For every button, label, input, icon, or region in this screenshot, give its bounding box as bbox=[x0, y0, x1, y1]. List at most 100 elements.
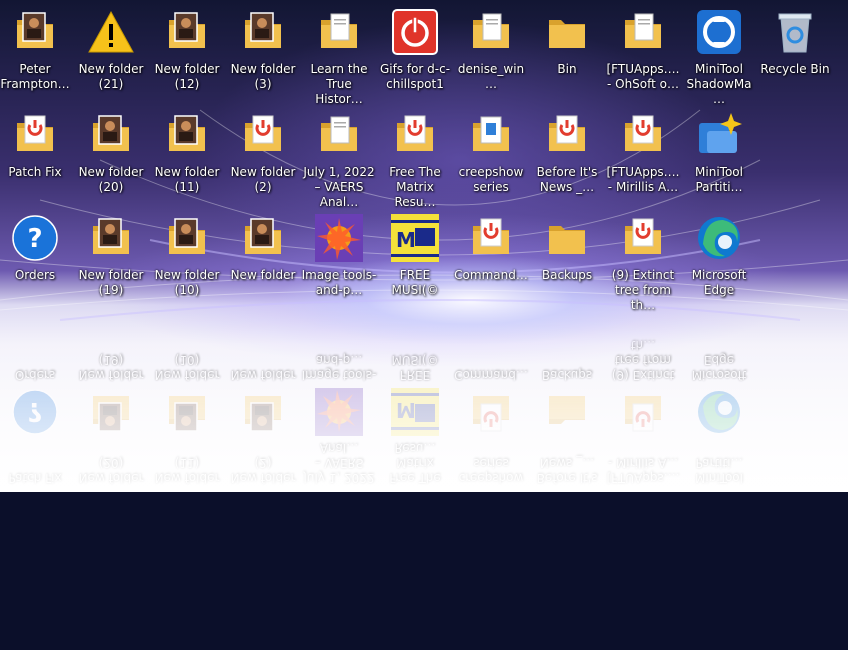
desktop-icon-9-extinct-tree-from-th[interactable]: (9) Extinct tree from th… bbox=[605, 208, 681, 312]
folder-document-icon bbox=[315, 594, 363, 642]
folder-document-icon bbox=[315, 111, 363, 159]
desktop-icon-orders[interactable]: ? Orders bbox=[0, 208, 73, 308]
desktop-icon-patch-fix[interactable]: Patch Fix bbox=[0, 105, 73, 205]
recycle-bin-icon bbox=[771, 594, 819, 642]
desktop-icon-label: New folder (21) bbox=[78, 62, 144, 91]
desktop-icon-label: July 1, 2022 – VAERS Anal… bbox=[303, 165, 375, 209]
desktop-icon-new-folder-3: New folder (3) bbox=[225, 548, 301, 648]
folder-pdf-icon bbox=[11, 111, 59, 159]
folder-photo-icon bbox=[163, 8, 211, 56]
desktop-icon-creepshow-series[interactable]: creepshow series bbox=[453, 105, 529, 205]
folder-photo-icon bbox=[239, 214, 287, 262]
desktop-icon-denise-win[interactable]: denise_win… bbox=[453, 2, 529, 102]
desktop-icon-new-folder-10[interactable]: New folder (10) bbox=[149, 208, 225, 308]
desktop-icon-label: New folder (20) bbox=[78, 165, 144, 194]
desktop-icon-label: New folder (12) bbox=[154, 62, 220, 91]
desktop-icon-microsoft-edge[interactable]: Microsoft Edge bbox=[681, 208, 757, 308]
desktop-icon-free-the-matrix-resu[interactable]: Free The Matrix Resu… bbox=[377, 105, 453, 209]
svg-text:?: ? bbox=[27, 224, 42, 254]
desktop-icon-free-musi[interactable]: M FREE MUSI(© bbox=[377, 208, 453, 308]
desktop-icon-label: Backups bbox=[541, 268, 593, 282]
desktop-icon-label: Peter Frampton… bbox=[0, 62, 70, 91]
folder-photo-icon bbox=[163, 214, 211, 262]
desktop-icon-new-folder-20[interactable]: New folder (20) bbox=[73, 105, 149, 205]
desktop-icon-july-1-2022-vaers-anal[interactable]: July 1, 2022 – VAERS Anal… bbox=[301, 105, 377, 209]
folder-icon bbox=[543, 594, 591, 642]
desktop-icon-label: New folder (2) bbox=[230, 165, 296, 194]
desktop-icon-ftuapps-mirillis-a[interactable]: [FTUApps…. - Mirillis A… bbox=[605, 105, 681, 205]
desktop-icon-label: FREE MUSI(© bbox=[391, 268, 439, 297]
desktop-icon-new-folder-11[interactable]: New folder (11) bbox=[149, 105, 225, 205]
folder-pdf-icon bbox=[239, 111, 287, 159]
desktop-icon-label: New folder (21) bbox=[78, 559, 144, 588]
desktop-icon-minitool-partiti[interactable]: MiniTool Partiti… bbox=[681, 105, 757, 205]
desktop-icon-label: New folder (11) bbox=[154, 165, 220, 194]
desktop-icon-label: Learn the True Histor… bbox=[310, 544, 368, 588]
svg-text:M: M bbox=[396, 228, 416, 252]
desktop-icon-new-folder[interactable]: New folder bbox=[225, 208, 301, 308]
folder-pdf-icon bbox=[619, 491, 667, 539]
desktop-icon-gifs-for-d-c-chillspot1[interactable]: Gifs for d-c-chillspot1 bbox=[377, 2, 453, 102]
desktop-icon-backups[interactable]: Backups bbox=[529, 208, 605, 308]
desktop-icon-label: New folder (19) bbox=[78, 268, 144, 297]
desktop-icon-image-tools-and-p[interactable]: Image tools-and-p… bbox=[301, 208, 377, 308]
desktop-icon-label: Gifs for d-c-chillspot1 bbox=[379, 559, 451, 588]
desktop-icon-label: denise_win… bbox=[457, 62, 525, 91]
recycle-bin-icon bbox=[771, 8, 819, 56]
desktop-icon-label: Learn the True Histor… bbox=[310, 62, 368, 106]
desktop-icon-recycle-bin[interactable]: Recycle Bin bbox=[757, 2, 833, 102]
desktop-icon-label: New folder (3) bbox=[230, 559, 296, 588]
folder-photo-icon bbox=[11, 8, 59, 56]
desktop-icon-label: denise_win… bbox=[457, 559, 525, 588]
desktop-icon-minitool-shadowma[interactable]: MiniTool ShadowMa… bbox=[681, 2, 757, 106]
folder-document-icon bbox=[315, 491, 363, 539]
help-question-icon: ? bbox=[11, 214, 59, 262]
folder-photo-icon bbox=[163, 594, 211, 642]
desktop-icon-bin: Bin bbox=[529, 548, 605, 648]
folder-photo-icon bbox=[87, 491, 135, 539]
desktop-icon-peter-frampton: Peter Frampton… bbox=[0, 548, 73, 648]
folder-photo-icon bbox=[11, 594, 59, 642]
desktop-icon-label: Gifs for d-c-chillspot1 bbox=[379, 62, 451, 91]
desktop-icon-new-folder-21: New folder (21) bbox=[73, 548, 149, 648]
desktop-icon-new-folder-21[interactable]: New folder (21) bbox=[73, 2, 149, 102]
desktop-icon-gifs-for-d-c-chillspot1: Gifs for d-c-chillspot1 bbox=[377, 548, 453, 648]
power-icon bbox=[391, 8, 439, 56]
folder-photo-icon bbox=[87, 111, 135, 159]
power-icon bbox=[391, 594, 439, 642]
desktop-icon-peter-frampton[interactable]: Peter Frampton… bbox=[0, 2, 73, 102]
desktop-icon-label: MiniTool Partiti… bbox=[695, 165, 743, 194]
desktop-icon-label: Free The Matrix Resu… bbox=[389, 165, 441, 209]
desktop-icon-learn-the-true-histor[interactable]: Learn the True Histor… bbox=[301, 2, 377, 106]
desktop-icon-new-folder-19[interactable]: New folder (19) bbox=[73, 208, 149, 308]
desktop-icon-command[interactable]: Command… bbox=[453, 208, 529, 308]
edge-browser-icon bbox=[695, 214, 743, 262]
desktop-icon-bin[interactable]: Bin bbox=[529, 2, 605, 102]
desktop-icon-label: Command… bbox=[454, 268, 528, 282]
folder-document-icon bbox=[619, 594, 667, 642]
desktop-icon-recycle-bin: Recycle Bin bbox=[757, 548, 833, 648]
minitool-partition-icon bbox=[695, 491, 743, 539]
desktop-icon-label: [FTUApps…. - OhSoft o… bbox=[606, 559, 680, 588]
folder-pdf-icon bbox=[239, 491, 287, 539]
desktop-icon-before-it-s-news[interactable]: Before It's News _… bbox=[529, 105, 605, 205]
minitool-shadowmaker-icon bbox=[695, 594, 743, 642]
folder-icon bbox=[543, 214, 591, 262]
desktop-icon-new-folder-2[interactable]: New folder (2) bbox=[225, 105, 301, 205]
desktop-icon-label: Microsoft Edge bbox=[691, 268, 747, 297]
folder-pdf-icon bbox=[543, 491, 591, 539]
desktop-icon-label: New folder bbox=[230, 268, 296, 282]
desktop-icon-minitool-shadowma: MiniTool ShadowMa… bbox=[681, 544, 757, 648]
desktop-icon-ftuapps-ohsoft-o[interactable]: [FTUApps…. - OhSoft o… bbox=[605, 2, 681, 102]
folder-photo-icon bbox=[239, 8, 287, 56]
desktop-icon-label: Image tools-and-p… bbox=[301, 268, 377, 297]
desktop-icon-new-folder-12[interactable]: New folder (12) bbox=[149, 2, 225, 102]
folder-document-icon bbox=[315, 8, 363, 56]
folder-photo-icon bbox=[239, 594, 287, 642]
minitool-shadowmaker-icon bbox=[695, 8, 743, 56]
desktop-icon-label: [FTUApps…. - OhSoft o… bbox=[606, 62, 680, 91]
desktop-icon-label: [FTUApps…. - Mirillis A… bbox=[606, 165, 680, 194]
desktop-icon-new-folder-3[interactable]: New folder (3) bbox=[225, 2, 301, 102]
desktop-icon-label: Orders bbox=[14, 268, 56, 282]
desktop-icon-label: Recycle Bin bbox=[760, 62, 830, 76]
